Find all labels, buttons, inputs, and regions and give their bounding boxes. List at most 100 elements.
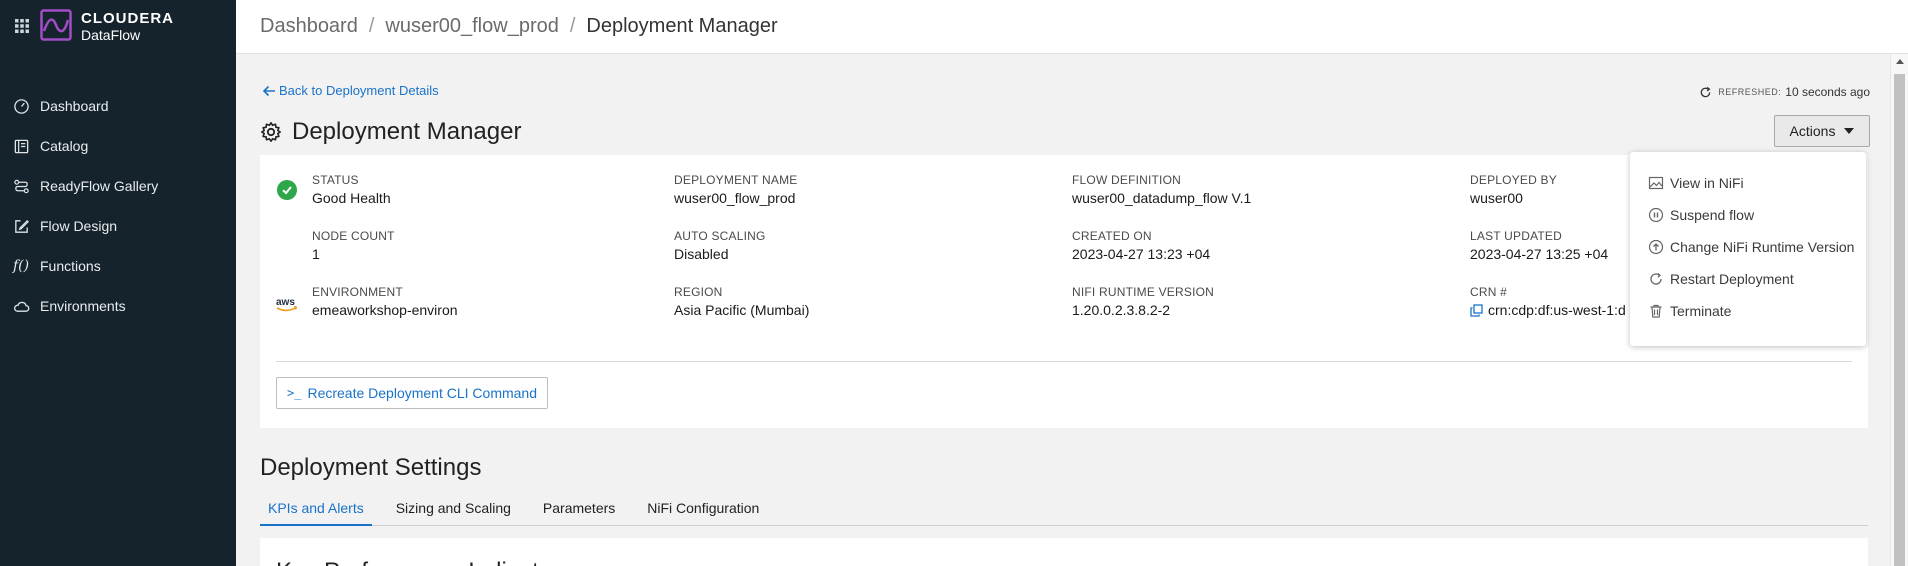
menu-item-label: View in NiFi — [1670, 175, 1744, 191]
actions-menu: View in NiFi Suspend flow Change NiFi Ru… — [1630, 152, 1866, 346]
tab-nifi-configuration[interactable]: NiFi Configuration — [639, 492, 767, 526]
menu-item-suspend-flow[interactable]: Suspend flow — [1648, 205, 1754, 225]
region-field: REGION Asia Pacific (Mumbai) — [674, 285, 809, 318]
nifi-runtime-label: NIFI RUNTIME VERSION — [1072, 285, 1215, 299]
region-value: Asia Pacific (Mumbai) — [674, 302, 810, 318]
sidebar: CLOUDERA DataFlow Dashboard Catalog Read… — [0, 0, 236, 566]
environment-value: emeaworkshop-environ — [312, 302, 458, 318]
menu-item-label: Terminate — [1670, 303, 1732, 319]
menu-item-change-nifi-runtime[interactable]: Change NiFi Runtime Version — [1648, 237, 1854, 257]
menu-item-view-in-nifi[interactable]: View in NiFi — [1648, 173, 1744, 193]
menu-item-restart-deployment[interactable]: Restart Deployment — [1648, 269, 1794, 289]
crn-label: CRN # — [1470, 285, 1508, 299]
breadcrumb-current: Deployment Manager — [586, 15, 778, 37]
sidebar-item-dashboard[interactable]: Dashboard — [0, 86, 236, 126]
menu-item-label: Restart Deployment — [1670, 271, 1794, 287]
menu-item-label: Suspend flow — [1670, 207, 1755, 223]
nifi-runtime-field: NIFI RUNTIME VERSION 1.20.0.2.3.8.2-2 — [1072, 285, 1214, 318]
refreshed-value: 10 seconds ago — [1785, 85, 1870, 99]
sidebar-item-functions[interactable]: f() Functions — [0, 246, 236, 286]
tab-sizing-and-scaling[interactable]: Sizing and Scaling — [388, 492, 519, 526]
actions-button-label: Actions — [1789, 123, 1836, 139]
app-grid-icon[interactable] — [14, 18, 30, 34]
status-value: Good Health — [312, 190, 391, 206]
edit-icon — [12, 217, 30, 235]
refresh-status: REFRESHED: 10 seconds ago — [1699, 85, 1870, 99]
sidebar-item-readyflow-gallery[interactable]: ReadyFlow Gallery — [0, 166, 236, 206]
brand: CLOUDERA DataFlow — [0, 0, 236, 52]
recreate-cli-command-button[interactable]: >_ Recreate Deployment CLI Command — [276, 377, 548, 409]
sidebar-nav: Dashboard Catalog ReadyFlow Gallery Flow… — [0, 86, 236, 326]
cloud-icon — [12, 297, 30, 315]
cli-button-label: Recreate Deployment CLI Command — [307, 385, 537, 401]
upload-circle-icon — [1648, 239, 1664, 255]
dataflow-logo-icon — [40, 9, 72, 41]
sidebar-item-environments[interactable]: Environments — [0, 286, 236, 326]
flow-definition-field: FLOW DEFINITION wuser00_datadump_flow V.… — [1072, 173, 1251, 206]
tab-parameters[interactable]: Parameters — [535, 492, 623, 526]
copy-icon[interactable] — [1470, 304, 1483, 317]
crn-value: crn:cdp:df:us-west-1:d — [1488, 302, 1626, 318]
sidebar-item-label: ReadyFlow Gallery — [40, 178, 159, 194]
gauge-icon — [12, 97, 30, 115]
sidebar-item-label: Catalog — [40, 138, 89, 154]
deployed-by-label: DEPLOYED BY — [1470, 173, 1557, 187]
settings-tabs: KPIs and Alerts Sizing and Scaling Param… — [260, 492, 1868, 526]
flow-definition-label: FLOW DEFINITION — [1072, 173, 1181, 187]
trash-icon — [1648, 303, 1664, 319]
scroll-up-arrow-icon[interactable] — [1896, 59, 1904, 64]
refreshed-label: REFRESHED: — [1718, 87, 1782, 97]
created-on-field: CREATED ON 2023-04-27 13:23 +04 — [1072, 229, 1210, 262]
sidebar-item-flow-design[interactable]: Flow Design — [0, 206, 236, 246]
sidebar-item-label: Flow Design — [40, 218, 118, 234]
sidebar-item-label: Dashboard — [40, 98, 109, 114]
scrollbar-thumb[interactable] — [1894, 74, 1905, 566]
deployment-name-field: DEPLOYMENT NAME wuser00_flow_prod — [674, 173, 797, 206]
breadcrumb-separator: / — [368, 15, 375, 37]
page-title-text: Deployment Manager — [292, 118, 522, 145]
created-on-value: 2023-04-27 13:23 +04 — [1072, 246, 1211, 262]
status-field: STATUS Good Health — [312, 173, 391, 206]
menu-item-terminate[interactable]: Terminate — [1648, 301, 1731, 321]
gear-icon — [261, 122, 281, 142]
terminal-icon: >_ — [287, 386, 302, 400]
svg-text:aws: aws — [276, 297, 295, 308]
page-scrollbar[interactable] — [1890, 54, 1908, 566]
deployment-settings-title: Deployment Settings — [260, 454, 482, 481]
sidebar-item-label: Environments — [40, 298, 126, 314]
aws-logo-icon: aws — [276, 297, 298, 312]
created-on-label: CREATED ON — [1072, 229, 1152, 243]
sidebar-item-catalog[interactable]: Catalog — [0, 126, 236, 166]
deployment-name-value: wuser00_flow_prod — [674, 190, 796, 206]
breadcrumb-separator: / — [569, 15, 576, 37]
flow-definition-value: wuser00_datadump_flow V.1 — [1072, 190, 1252, 206]
auto-scaling-value: Disabled — [674, 246, 729, 262]
sidebar-item-label: Functions — [40, 258, 101, 274]
environment-label: ENVIRONMENT — [312, 285, 403, 299]
node-count-field: NODE COUNT 1 — [312, 229, 395, 262]
back-link-label: Back to Deployment Details — [279, 83, 439, 98]
last-updated-value: 2023-04-27 13:25 +04 — [1470, 246, 1609, 262]
check-circle-icon — [277, 180, 297, 200]
kpi-title: Key Performance Indicators — [276, 558, 572, 566]
restart-icon — [1648, 271, 1664, 287]
deployed-by-value: wuser00 — [1470, 190, 1523, 206]
node-count-value: 1 — [312, 246, 320, 262]
header: Dashboard / wuser00_flow_prod / Deployme… — [236, 0, 1908, 54]
page-title: Deployment Manager — [260, 118, 521, 146]
brand-product: DataFlow — [81, 27, 141, 43]
tab-kpis-and-alerts[interactable]: KPIs and Alerts — [260, 492, 372, 526]
back-to-deployment-details-link[interactable]: Back to Deployment Details — [262, 83, 439, 98]
deployment-details-card: STATUS Good Health DEPLOYMENT NAME wuser… — [260, 155, 1868, 428]
refresh-icon[interactable] — [1699, 86, 1712, 99]
last-updated-label: LAST UPDATED — [1470, 229, 1562, 243]
function-icon: f() — [12, 258, 30, 274]
breadcrumb-deployment[interactable]: wuser00_flow_prod — [385, 15, 558, 38]
auto-scaling-field: AUTO SCALING Disabled — [674, 229, 766, 262]
arrow-left-icon — [262, 85, 275, 96]
node-count-label: NODE COUNT — [312, 229, 395, 243]
actions-button[interactable]: Actions — [1774, 115, 1870, 147]
crn-value-row: crn:cdp:df:us-west-1:d — [1470, 302, 1626, 318]
breadcrumb-dashboard[interactable]: Dashboard — [260, 15, 358, 38]
environment-field: ENVIRONMENT emeaworkshop-environ — [312, 285, 458, 318]
